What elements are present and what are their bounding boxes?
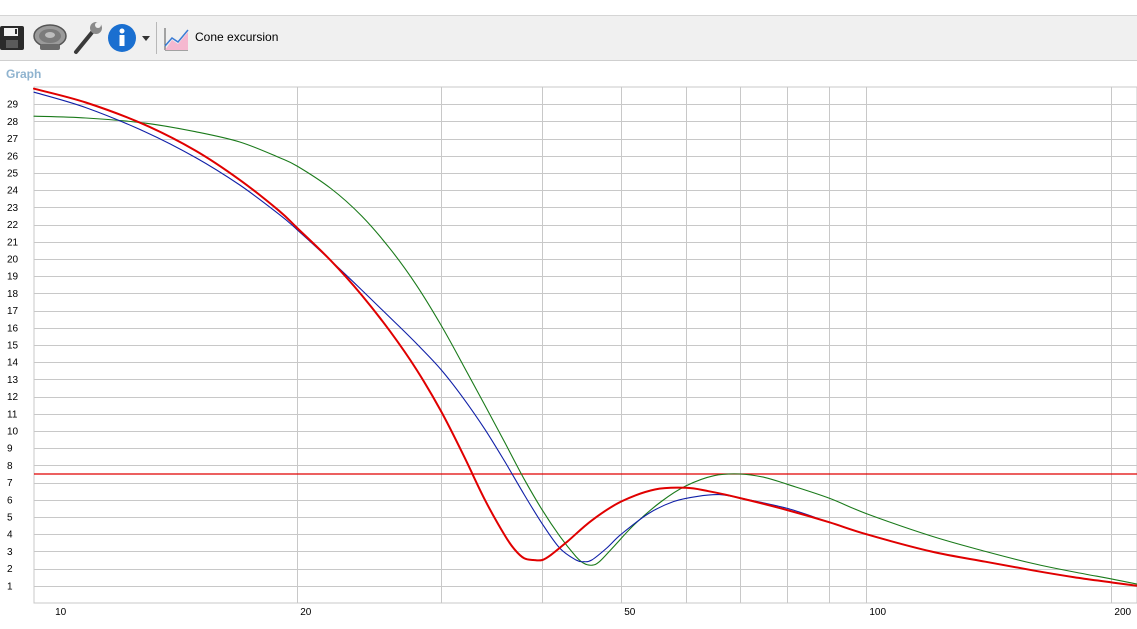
x-tick-label: 10 — [55, 607, 67, 618]
y-tick-label: 26 — [7, 151, 19, 162]
y-tick-label: 8 — [7, 461, 13, 472]
series-line-3 — [33, 87, 1137, 587]
y-tick-label: 19 — [7, 272, 19, 283]
y-tick-label: 14 — [7, 358, 19, 369]
x-tick-label: 200 — [1114, 607, 1131, 618]
x-tick-label: 50 — [624, 607, 636, 618]
y-tick-label: 21 — [7, 237, 19, 248]
y-tick-label: 15 — [7, 341, 19, 352]
y-tick-label: 7 — [7, 478, 13, 489]
y-tick-label: 13 — [7, 375, 19, 386]
y-tick-label: 16 — [7, 323, 19, 334]
x-tick-label: 100 — [869, 607, 886, 618]
y-tick-label: 3 — [7, 547, 13, 558]
y-tick-label: 12 — [7, 392, 19, 403]
x-tick-label: 20 — [300, 607, 312, 618]
series-line-2 — [33, 91, 1137, 587]
y-tick-label: 11 — [7, 409, 18, 420]
y-tick-label: 25 — [7, 169, 19, 180]
y-tick-label: 4 — [7, 530, 13, 541]
y-tick-label: 24 — [7, 186, 19, 197]
cone-excursion-chart: 1234567891011121314151617181920212223242… — [7, 86, 1137, 618]
y-tick-label: 18 — [7, 289, 19, 300]
y-tick-label: 22 — [7, 220, 19, 231]
y-tick-label: 20 — [7, 255, 19, 266]
y-tick-label: 28 — [7, 117, 19, 128]
y-tick-label: 29 — [7, 100, 19, 111]
y-tick-label: 6 — [7, 495, 13, 506]
y-tick-label: 23 — [7, 203, 19, 214]
y-tick-label: 9 — [7, 444, 13, 455]
y-tick-label: 10 — [7, 427, 19, 438]
y-tick-label: 1 — [7, 581, 13, 592]
series-line-1 — [33, 115, 1137, 585]
y-tick-label: 17 — [7, 306, 19, 317]
y-tick-label: 27 — [7, 134, 19, 145]
y-tick-label: 5 — [7, 513, 13, 524]
y-tick-label: 2 — [7, 564, 13, 575]
